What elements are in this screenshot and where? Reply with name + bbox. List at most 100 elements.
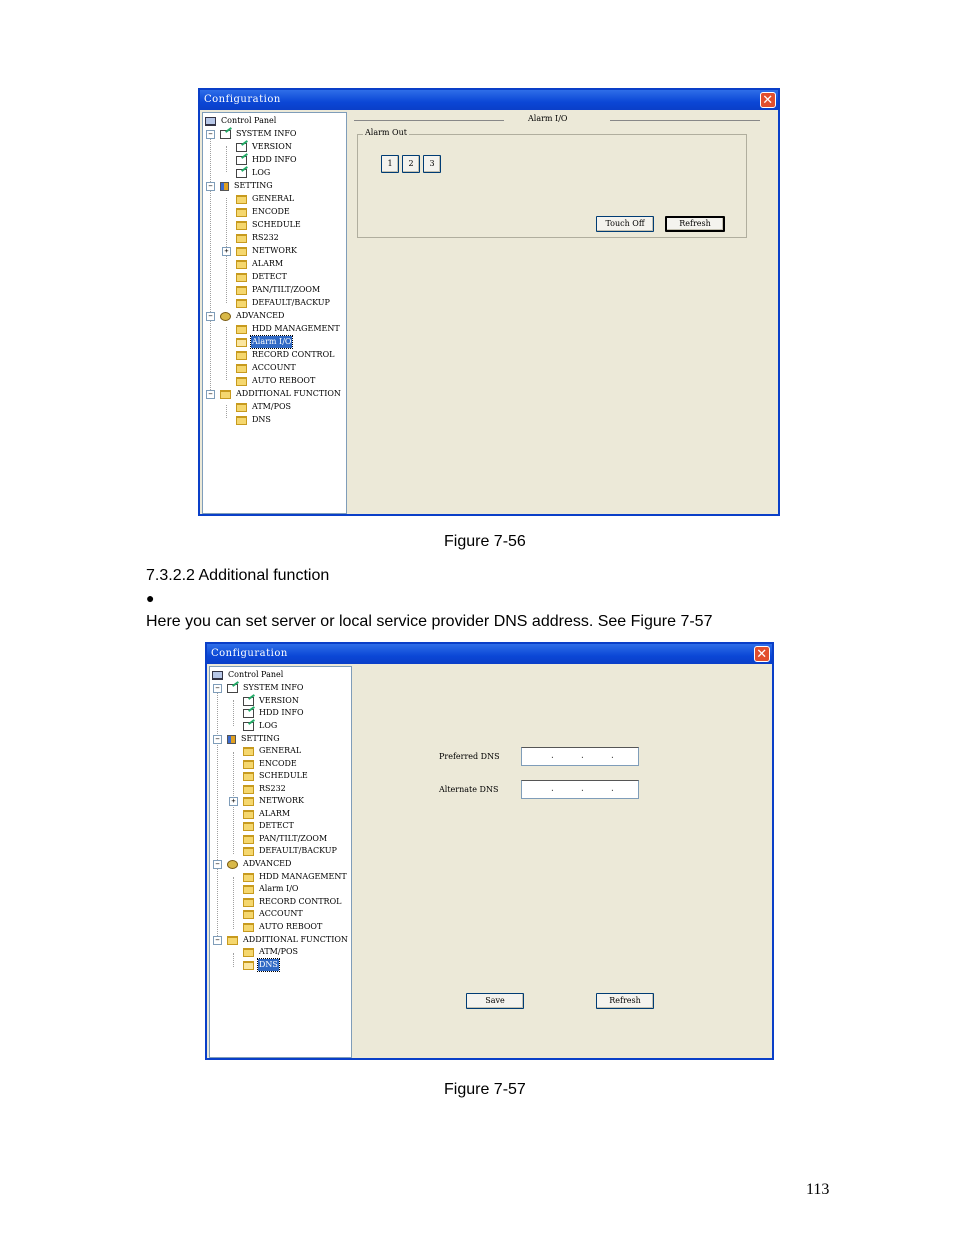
tree-item-rs232[interactable]: RS232: [236, 232, 280, 244]
expand-icon[interactable]: +: [229, 797, 238, 806]
close-icon[interactable]: ✕: [760, 92, 776, 108]
collapse-icon[interactable]: −: [213, 860, 222, 869]
body-paragraph: Here you can set server or local service…: [146, 613, 713, 630]
tree-item-network[interactable]: NETWORK: [243, 795, 305, 807]
tree-item-alarm[interactable]: ALARM: [243, 808, 291, 820]
folder-icon: [236, 207, 247, 217]
tree-item-encode[interactable]: ENCODE: [243, 758, 298, 770]
bullet: ●: [146, 590, 155, 606]
tree-item-general[interactable]: GENERAL: [243, 745, 302, 757]
tree-item-hdd-management[interactable]: HDD MANAGEMENT: [243, 871, 348, 883]
collapse-icon[interactable]: −: [213, 684, 222, 693]
folder-icon: [236, 324, 247, 334]
tree-item-rs232[interactable]: RS232: [243, 783, 287, 795]
tree-item-auto-reboot[interactable]: AUTO REBOOT: [236, 375, 316, 387]
window-title-text: Configuration: [211, 648, 288, 659]
ip-separator: .: [610, 784, 615, 793]
tree-item-additional-function[interactable]: ADDITIONAL FUNCTION: [227, 934, 349, 946]
alternate-dns-input[interactable]: . . .: [521, 780, 639, 799]
refresh-button[interactable]: Refresh: [665, 216, 725, 232]
ip-separator: .: [550, 751, 555, 760]
tree-item-hdd-info[interactable]: HDD INFO: [243, 707, 305, 719]
tree-item-alarm[interactable]: ALARM: [236, 258, 284, 270]
tree-item-record-control[interactable]: RECORD CONTROL: [243, 896, 342, 908]
folder-icon: [236, 402, 247, 412]
folder-icon: [236, 259, 247, 269]
expand-icon[interactable]: +: [222, 247, 231, 256]
touch-off-button[interactable]: Touch Off: [596, 216, 654, 232]
tree-item-dns[interactable]: DNS: [243, 958, 280, 972]
channel-3-button[interactable]: 3: [423, 155, 441, 173]
ip-separator: .: [550, 784, 555, 793]
close-icon[interactable]: ✕: [754, 646, 770, 662]
tree-item-additional-function[interactable]: ADDITIONAL FUNCTION: [220, 388, 342, 400]
folder-icon: [243, 821, 254, 831]
tree-item-default-backup[interactable]: DEFAULT/BACKUP: [236, 297, 331, 309]
folder-icon: [236, 363, 247, 373]
tree-item-network[interactable]: NETWORK: [236, 245, 298, 257]
folder-icon: [243, 884, 254, 894]
preferred-dns-input[interactable]: . . .: [521, 747, 639, 766]
collapse-icon[interactable]: −: [206, 312, 215, 321]
tree-item-setting[interactable]: SETTING: [227, 733, 281, 745]
save-button[interactable]: Save: [466, 993, 524, 1009]
folder-icon: [236, 298, 247, 308]
collapse-icon[interactable]: −: [213, 735, 222, 744]
ip-separator: .: [580, 751, 585, 760]
tree-item-general[interactable]: GENERAL: [236, 193, 295, 205]
monitor-icon: [205, 116, 216, 126]
channel-2-button[interactable]: 2: [402, 155, 420, 173]
tree-item-atm-pos[interactable]: ATM/POS: [236, 401, 292, 413]
tree-item-detect[interactable]: DETECT: [236, 271, 288, 283]
tree-item-system-info[interactable]: SYSTEM INFO: [220, 128, 297, 140]
tree-item-account[interactable]: ACCOUNT: [243, 908, 304, 920]
tree-item-hdd-management[interactable]: HDD MANAGEMENT: [236, 323, 341, 335]
note-icon: [236, 168, 247, 178]
folder-icon: [227, 935, 238, 945]
tree-item-control-panel[interactable]: Control Panel: [212, 669, 284, 681]
open-folder-icon: [243, 960, 254, 970]
note-icon: [236, 155, 247, 165]
alternate-dns-label: Alternate DNS: [439, 785, 499, 794]
tree-item-schedule[interactable]: SCHEDULE: [243, 770, 309, 782]
tree-item-record-control[interactable]: RECORD CONTROL: [236, 349, 335, 361]
collapse-icon[interactable]: −: [206, 130, 215, 139]
tree-item-log[interactable]: LOG: [236, 167, 271, 179]
tree-item-dns[interactable]: DNS: [236, 414, 272, 426]
tree-item-log[interactable]: LOG: [243, 720, 278, 732]
folder-icon: [236, 246, 247, 256]
tree-item-auto-reboot[interactable]: AUTO REBOOT: [243, 921, 323, 933]
note-icon: [243, 721, 254, 731]
tree-item-advanced[interactable]: ADVANCED: [227, 858, 292, 870]
tree-item-setting[interactable]: SETTING: [220, 180, 274, 192]
folder-icon: [243, 759, 254, 769]
tree-item-version[interactable]: VERSION: [243, 695, 300, 707]
tree-item-advanced[interactable]: ADVANCED: [220, 310, 285, 322]
folder-icon: [220, 389, 231, 399]
folder-icon: [236, 285, 247, 295]
channel-1-button[interactable]: 1: [381, 155, 399, 173]
tree-item-default-backup[interactable]: DEFAULT/BACKUP: [243, 845, 338, 857]
tree-item-control-panel[interactable]: Control Panel: [205, 115, 277, 127]
tree-item-version[interactable]: VERSION: [236, 141, 293, 153]
tree-item-alarm-io[interactable]: Alarm I/O: [243, 883, 299, 895]
tree-item-detect[interactable]: DETECT: [243, 820, 295, 832]
collapse-icon[interactable]: −: [213, 936, 222, 945]
tree-item-account[interactable]: ACCOUNT: [236, 362, 297, 374]
tree-item-schedule[interactable]: SCHEDULE: [236, 219, 302, 231]
content-panel: Preferred DNS . . . Alternate DNS . . . …: [355, 666, 770, 1056]
gears-icon: [220, 311, 231, 321]
note-icon: [220, 129, 231, 139]
tree-item-ptz[interactable]: PAN/TILT/ZOOM: [243, 833, 328, 845]
tree-item-alarm-io[interactable]: Alarm I/O: [236, 335, 294, 349]
figure-caption-1: Figure 7-56: [444, 533, 526, 550]
tree-item-hdd-info[interactable]: HDD INFO: [236, 154, 298, 166]
tree-item-atm-pos[interactable]: ATM/POS: [243, 946, 299, 958]
refresh-button[interactable]: Refresh: [596, 993, 654, 1009]
configuration-window-dns: Configuration ✕ Control Panel − SYSTEM I…: [205, 642, 774, 1060]
tree-item-encode[interactable]: ENCODE: [236, 206, 291, 218]
collapse-icon[interactable]: −: [206, 182, 215, 191]
tree-item-ptz[interactable]: PAN/TILT/ZOOM: [236, 284, 321, 296]
collapse-icon[interactable]: −: [206, 390, 215, 399]
tree-item-system-info[interactable]: SYSTEM INFO: [227, 682, 304, 694]
